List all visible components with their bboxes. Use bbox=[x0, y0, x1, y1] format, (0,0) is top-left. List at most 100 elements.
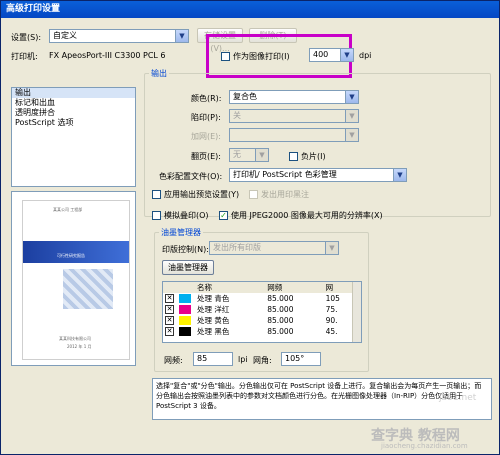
chevron-down-icon: ▼ bbox=[345, 129, 358, 141]
table-row[interactable]: ✕ 处理 青色 85.000 105 bbox=[163, 293, 359, 304]
dpi-value: 400 bbox=[313, 50, 329, 59]
preview-pane: 某某公司 工程部 可行性研究报告 某某科技有限公司 2012 年 1 月 bbox=[11, 191, 136, 366]
simulate-overprint-label: 模拟叠印(O) bbox=[164, 211, 209, 220]
chevron-down-icon: ▼ bbox=[255, 149, 268, 161]
window-title: 高级打印设置 bbox=[1, 1, 499, 18]
color-profile-value: 打印机/ PostScript 色彩管理 bbox=[233, 170, 337, 179]
chevron-down-icon: ▼ bbox=[325, 242, 338, 254]
color-profile-label: 色彩配置文件(O): bbox=[159, 172, 223, 181]
negative-checkbox[interactable]: 负片(I) bbox=[289, 151, 326, 162]
flip-select[interactable]: ▼ bbox=[229, 128, 359, 142]
checkbox-icon bbox=[221, 52, 230, 61]
print-plate-icon[interactable]: ✕ bbox=[165, 316, 174, 326]
simulate-overprint-checkbox[interactable]: 模拟叠印(O) bbox=[152, 210, 209, 221]
advanced-print-dialog: 高级打印设置 设置(S): 自定义 ▼ 存储设置(V)... 删除(T) 打印机… bbox=[0, 0, 500, 455]
output-group-title: 输出 bbox=[149, 68, 169, 79]
ink-name: 处理 青色 bbox=[197, 294, 230, 303]
checkbox-icon bbox=[249, 190, 258, 199]
page-select[interactable]: 无 ▼ bbox=[229, 148, 269, 162]
trapping-select[interactable]: 关 ▼ bbox=[229, 109, 359, 123]
printer-label: 打印机: bbox=[11, 52, 38, 61]
watermark-site: jb51.net bbox=[439, 393, 477, 403]
table-row[interactable]: ✕ 处理 洋红 85.000 75. bbox=[163, 304, 359, 315]
plate-control-value: 发出所有印版 bbox=[213, 243, 261, 252]
checkbox-icon bbox=[289, 152, 298, 161]
ink-table-header: 名称 网频 网 bbox=[163, 282, 359, 293]
jpeg2000-label: 使用 JPEG2000 图像最大可用的分辨率(X) bbox=[231, 211, 383, 220]
preview-banner bbox=[23, 241, 129, 263]
color-profile-select[interactable]: 打印机/ PostScript 色彩管理 ▼ bbox=[229, 168, 407, 182]
black-swatch bbox=[179, 327, 191, 337]
checkbox-icon bbox=[152, 211, 161, 220]
chevron-down-icon: ▼ bbox=[393, 169, 406, 181]
emit-black-label: 发出用印黑注 bbox=[261, 190, 309, 199]
preview-doc-header: 某某公司 工程部 bbox=[53, 207, 83, 212]
ink-group-title: 油墨管理器 bbox=[159, 227, 203, 238]
table-row[interactable]: ✕ 处理 黑色 85.000 45. bbox=[163, 326, 359, 337]
chevron-down-icon: ▼ bbox=[345, 91, 358, 103]
preview-image bbox=[63, 269, 113, 309]
checkbox-icon bbox=[152, 190, 161, 199]
sidebar-item-transparency[interactable]: 透明度拼合 bbox=[12, 108, 135, 118]
apply-preview-checkbox[interactable]: 应用输出预览设置(Y) bbox=[152, 189, 239, 200]
sidebar-item-postscript[interactable]: PostScript 选项 bbox=[12, 118, 135, 128]
trapping-label: 陷印(P): bbox=[191, 113, 221, 122]
ink-freq: 85.000 bbox=[267, 327, 294, 336]
ink-manager-button[interactable]: 油墨管理器 bbox=[162, 260, 214, 275]
ink-table[interactable]: 名称 网频 网 ✕ 处理 青色 85.000 105 ✕ 处理 洋红 85.00… bbox=[162, 281, 362, 343]
category-list[interactable]: 输出 标记和出血 透明度拼合 PostScript 选项 bbox=[11, 87, 136, 187]
ink-name: 处理 洋红 bbox=[197, 305, 230, 314]
freq-input[interactable]: 85 bbox=[193, 352, 233, 366]
print-plate-icon[interactable]: ✕ bbox=[165, 305, 174, 315]
ink-table-grid: 名称 网频 网 ✕ 处理 青色 85.000 105 ✕ 处理 洋红 85.00… bbox=[163, 282, 359, 337]
preview-doc-footer2: 2012 年 1 月 bbox=[67, 344, 92, 349]
sidebar-item-output[interactable]: 输出 bbox=[12, 88, 135, 98]
negative-label: 负片(I) bbox=[301, 152, 326, 161]
trapping-value: 关 bbox=[233, 111, 241, 120]
freq-label: 网频: bbox=[164, 356, 183, 365]
settings-value: 自定义 bbox=[53, 31, 77, 40]
page-label: 翻页(E): bbox=[191, 152, 221, 161]
angle-input[interactable]: 105° bbox=[281, 352, 321, 366]
preview-doc-title: 可行性研究报告 bbox=[57, 253, 85, 258]
plate-control-select[interactable]: 发出所有印版 ▼ bbox=[209, 241, 339, 255]
sidebar-item-marks[interactable]: 标记和出血 bbox=[12, 98, 135, 108]
color-value: 复合色 bbox=[233, 92, 257, 101]
dpi-unit: dpi bbox=[359, 51, 372, 60]
ink-name: 处理 黄色 bbox=[197, 316, 230, 325]
settings-label: 设置(S): bbox=[11, 33, 42, 42]
ink-freq: 85.000 bbox=[267, 316, 294, 325]
freq-unit: lpi bbox=[238, 355, 248, 364]
settings-select[interactable]: 自定义 ▼ bbox=[49, 29, 189, 43]
plate-control-label: 印版控制(N): bbox=[162, 245, 209, 254]
ink-name: 处理 黑色 bbox=[197, 327, 230, 336]
cyan-swatch bbox=[179, 294, 191, 304]
checkmark-icon: ✓ bbox=[219, 211, 228, 220]
watermark-url: jiaocheng.chazidian.com bbox=[381, 442, 468, 450]
apply-preview-label: 应用输出预览设置(Y) bbox=[164, 190, 240, 199]
print-plate-icon[interactable]: ✕ bbox=[165, 327, 174, 337]
magenta-swatch bbox=[179, 305, 191, 315]
preview-doc-footer1: 某某科技有限公司 bbox=[59, 336, 91, 341]
color-label: 颜色(R): bbox=[191, 94, 222, 103]
table-row[interactable]: ✕ 处理 黄色 85.000 90. bbox=[163, 315, 359, 326]
jpeg2000-checkbox[interactable]: ✓ 使用 JPEG2000 图像最大可用的分辨率(X) bbox=[219, 210, 383, 221]
chevron-down-icon: ▼ bbox=[345, 110, 358, 122]
page-value: 无 bbox=[233, 150, 241, 159]
flip-label: 加网(E): bbox=[191, 132, 221, 141]
ink-table-scrollbar[interactable] bbox=[352, 282, 361, 342]
dpi-select[interactable]: 400 ▼ bbox=[309, 48, 354, 62]
yellow-swatch bbox=[179, 316, 191, 326]
emit-black-checkbox[interactable]: 发出用印黑注 bbox=[249, 189, 309, 200]
print-as-image-checkbox[interactable]: 作为图像打印(I) bbox=[221, 51, 290, 62]
color-select[interactable]: 复合色 ▼ bbox=[229, 90, 359, 104]
ink-freq: 85.000 bbox=[267, 294, 294, 303]
ink-freq: 85.000 bbox=[267, 305, 294, 314]
column-header-freq: 网频 bbox=[267, 283, 283, 292]
angle-label: 网角: bbox=[253, 356, 272, 365]
chevron-down-icon: ▼ bbox=[340, 49, 353, 61]
preview-page: 某某公司 工程部 可行性研究报告 某某科技有限公司 2012 年 1 月 bbox=[22, 200, 130, 360]
chevron-down-icon: ▼ bbox=[175, 30, 188, 42]
printer-value: FX ApeosPort-III C3300 PCL 6 bbox=[49, 51, 166, 60]
print-plate-icon[interactable]: ✕ bbox=[165, 294, 174, 304]
